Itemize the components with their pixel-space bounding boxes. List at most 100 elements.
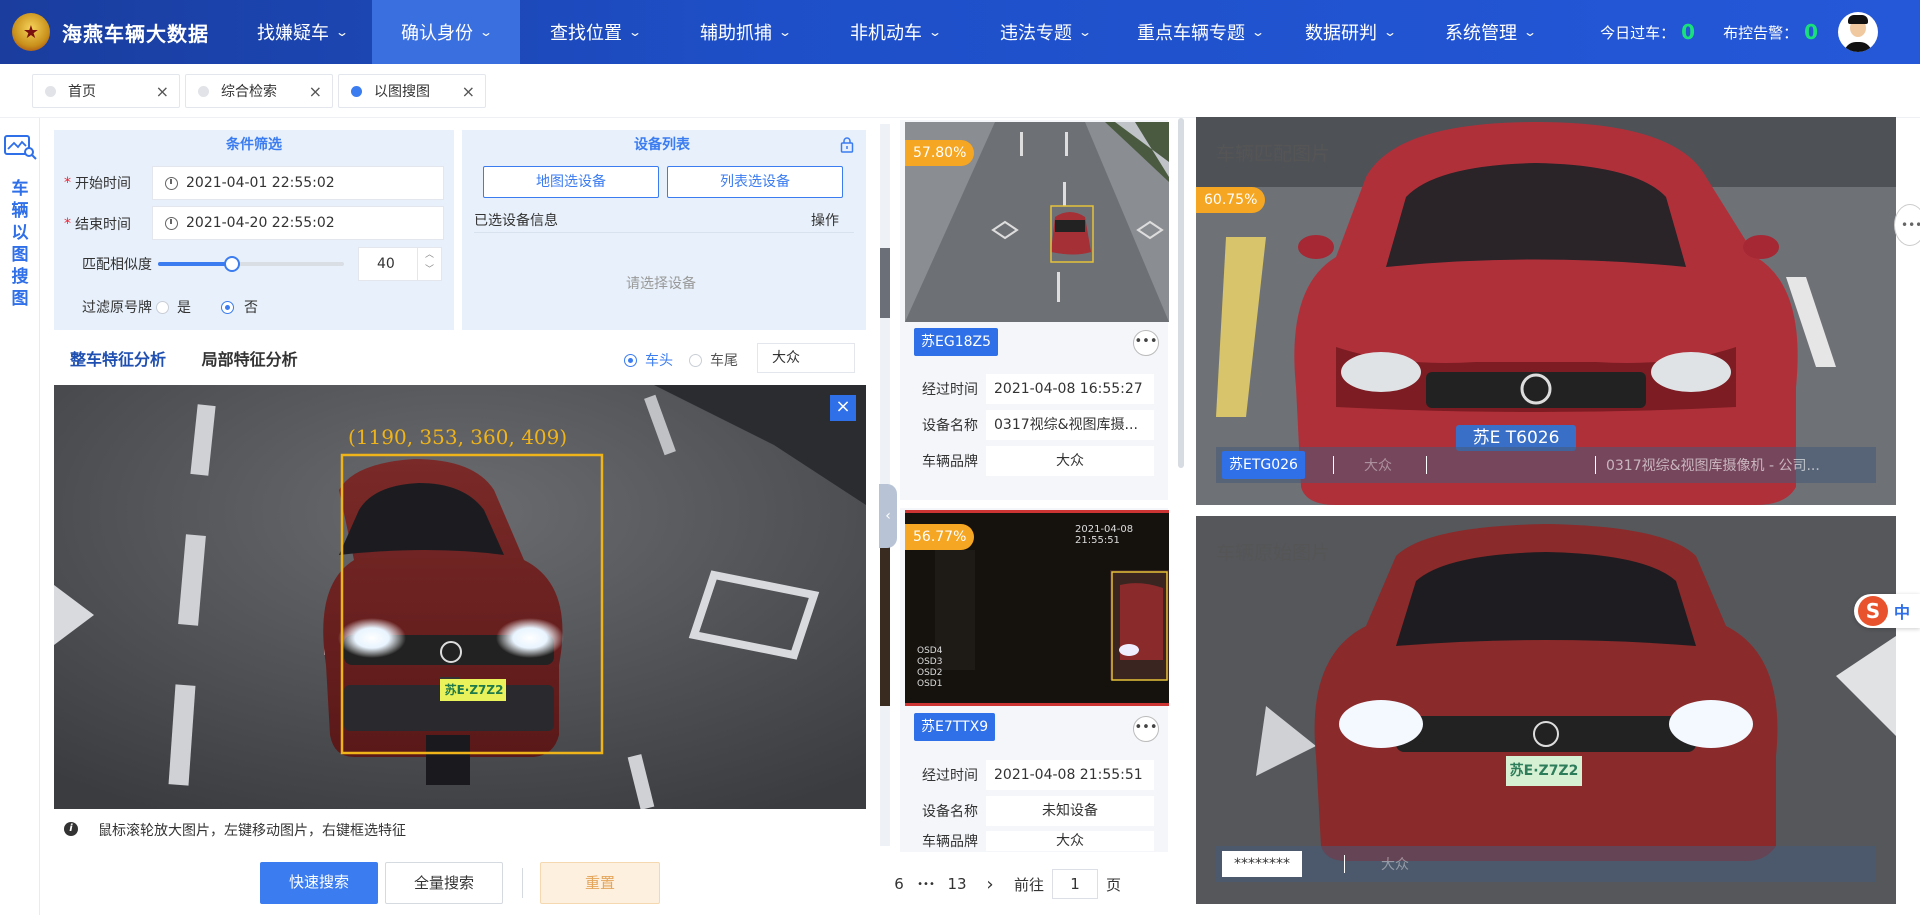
pagination: 6 ••• 13 › 前往 1 页 xyxy=(890,866,1121,902)
tab-dot xyxy=(198,85,209,97)
osd-labels: OSD4 OSD3 OSD2 OSD1 xyxy=(917,646,943,689)
start-time-input[interactable]: 2021-04-01 22:55:02 xyxy=(152,166,444,200)
original-plate[interactable]: ******** xyxy=(1222,851,1302,877)
nav-item-system[interactable]: 系统管理 ⌄ xyxy=(1420,0,1560,64)
more-floating-icon[interactable]: ••• xyxy=(1894,204,1920,246)
close-icon[interactable]: × xyxy=(156,82,169,101)
chevron-down-icon: ⌄ xyxy=(1522,25,1538,39)
match-image[interactable]: 苏E T6026 车辆匹配图片 60.75% 苏ETG026 大众 0317视综… xyxy=(1196,117,1896,505)
nav-item-violation[interactable]: 违法专题 ⌄ xyxy=(970,0,1120,64)
similarity-badge: 57.80% xyxy=(905,140,975,166)
nav-item-data-analysis[interactable]: 数据研判 ⌄ xyxy=(1280,0,1420,64)
today-pass-count[interactable]: 0 xyxy=(1681,20,1695,44)
tab-local-analysis[interactable]: 局部特征分析 xyxy=(202,350,298,369)
quick-search-button[interactable]: 快速搜索 xyxy=(260,862,378,904)
brand-input[interactable]: 大众 xyxy=(757,343,855,373)
ime-label: 中 xyxy=(1894,603,1911,622)
tab-home[interactable]: 首页 × xyxy=(32,74,180,108)
more-icon[interactable]: ••• xyxy=(1133,330,1159,356)
collapse-handle[interactable]: ‹ xyxy=(879,484,897,548)
reset-button[interactable]: 重置 xyxy=(540,862,660,904)
result-image[interactable]: 57.80% xyxy=(905,122,1169,322)
chevron-down-icon: ⌄ xyxy=(478,25,494,39)
user-avatar[interactable] xyxy=(1838,12,1878,52)
original-info-strip: ******** 大众 xyxy=(1216,846,1876,882)
page-13[interactable]: 13 xyxy=(944,875,970,893)
original-image[interactable]: 苏E·Z7Z2 车辆原始图片 ******** 大众 xyxy=(1196,516,1896,904)
rear-radio[interactable] xyxy=(689,353,702,367)
close-image-icon[interactable]: × xyxy=(830,395,856,421)
nav-item-non-motor[interactable]: 非机动车 ⌄ xyxy=(820,0,970,64)
info-row-brand: 车辆品牌 大众 xyxy=(908,445,1154,477)
chevron-down-icon: ⌄ xyxy=(777,25,793,39)
match-image-label: 车辆匹配图片 xyxy=(1216,143,1331,165)
match-plate[interactable]: 苏ETG026 xyxy=(1222,451,1305,479)
close-icon[interactable]: × xyxy=(462,82,475,101)
nav-item-confirm-identity[interactable]: 确认身份 ⌄ xyxy=(372,0,520,64)
ime-indicator[interactable]: S 中 xyxy=(1854,594,1920,628)
sidebar-title[interactable]: 车辆以图搜图 xyxy=(10,178,30,310)
info-row-time: 经过时间 2021-04-08 16:55:27 xyxy=(908,373,1154,405)
empty-device-text: 请选择设备 xyxy=(626,276,696,292)
front-rear-options: 车头 车尾 xyxy=(624,350,738,370)
chevron-down-icon: ⌄ xyxy=(1077,25,1093,39)
chevron-down-icon: ⌄ xyxy=(1250,25,1266,39)
next-page-icon[interactable]: › xyxy=(970,874,1010,895)
end-time-input[interactable]: 2021-04-20 22:55:02 xyxy=(152,206,444,240)
nav-item-find-suspect[interactable]: 找嫌疑车 ⌄ xyxy=(232,0,372,64)
more-icon[interactable]: ••• xyxy=(1133,716,1159,742)
original-brand: 大众 xyxy=(1381,857,1409,873)
filter-no-radio[interactable] xyxy=(221,300,234,314)
match-device: 0317视综&视图库摄像机 - 公司... xyxy=(1605,458,1820,474)
map-select-device-button[interactable]: 地图选设备 xyxy=(483,166,659,198)
results-scrollbar[interactable] xyxy=(1178,118,1184,468)
today-pass-label: 今日过车： xyxy=(1600,23,1676,42)
nav-item-find-location[interactable]: 查找位置 ⌄ xyxy=(520,0,670,64)
chevron-down-icon: ⌄ xyxy=(927,25,943,39)
result-plate[interactable]: 苏EG18Z5 xyxy=(914,328,999,356)
image-search-icon[interactable] xyxy=(2,132,38,160)
police-badge-icon: ★ xyxy=(12,13,50,51)
nav-item-assist-capture[interactable]: 辅助抓捕 ⌄ xyxy=(670,0,820,64)
filter-plate-row: 过滤原号牌 是 否 xyxy=(82,300,258,316)
front-radio[interactable] xyxy=(624,353,637,367)
device-list-title: 设备列表 xyxy=(634,137,690,153)
page-ellipsis[interactable]: ••• xyxy=(908,879,944,890)
app-logo[interactable]: ★ 海燕车辆大数据 xyxy=(0,13,232,51)
list-select-device-button[interactable]: 列表选设备 xyxy=(667,166,843,198)
divider xyxy=(522,868,523,898)
result-plate[interactable]: 苏E7TTX9 xyxy=(914,713,996,741)
slider-fill xyxy=(158,262,233,266)
lock-icon[interactable] xyxy=(840,137,854,153)
full-search-button[interactable]: 全量搜索 xyxy=(385,862,503,904)
similarity-label: 匹配相似度 xyxy=(82,257,152,273)
tab-whole-analysis[interactable]: 整车特征分析 xyxy=(70,350,166,369)
divider xyxy=(474,232,854,233)
page-6[interactable]: 6 xyxy=(890,875,908,893)
hint-text: 鼠标滚轮放大图片，左键移动图片，右键框选特征 xyxy=(98,823,406,839)
tab-dot xyxy=(45,85,56,97)
result-image[interactable]: 2021-04-08 21:55:51 OSD4 OSD3 OSD2 OSD1 … xyxy=(905,510,1169,706)
stepper-arrows[interactable]: ︿ ﹀ xyxy=(417,248,441,280)
similarity-slider[interactable] xyxy=(158,256,344,272)
info-row-brand: 车辆品牌 大众 xyxy=(908,831,1154,851)
plate-on-original-car: 苏E·Z7Z2 xyxy=(1509,763,1579,779)
plate-on-query-car: 苏E·Z7Z2 xyxy=(444,683,504,697)
overlay-timestamp: 2021-04-08 21:55:51 xyxy=(1075,524,1134,546)
tab-dot-active xyxy=(351,85,362,97)
alarm-label: 布控告警： xyxy=(1723,23,1799,42)
info-row-device: 设备名称 0317视综&视图库摄... xyxy=(908,409,1154,441)
close-icon[interactable]: × xyxy=(309,82,322,101)
info-icon: i xyxy=(64,822,78,836)
query-vehicle-image[interactable]: (1190, 353, 360, 409) 苏E·Z7Z2 × xyxy=(54,385,866,809)
conditions-title: 条件筛选 xyxy=(226,137,282,153)
nav-item-key-vehicle[interactable]: 重点车辆专题 ⌄ xyxy=(1120,0,1280,64)
page-input[interactable]: 1 xyxy=(1052,869,1099,899)
similarity-input[interactable]: 40 ︿ ﹀ xyxy=(358,247,442,281)
operation-label: 操作 xyxy=(811,213,839,229)
tab-search[interactable]: 综合检索 × xyxy=(185,74,333,108)
info-row-device: 设备名称 未知设备 xyxy=(908,795,1154,827)
filter-yes-radio[interactable] xyxy=(156,300,169,314)
tab-image-search[interactable]: 以图搜图 × xyxy=(338,74,486,108)
alarm-count[interactable]: 0 xyxy=(1804,20,1818,44)
